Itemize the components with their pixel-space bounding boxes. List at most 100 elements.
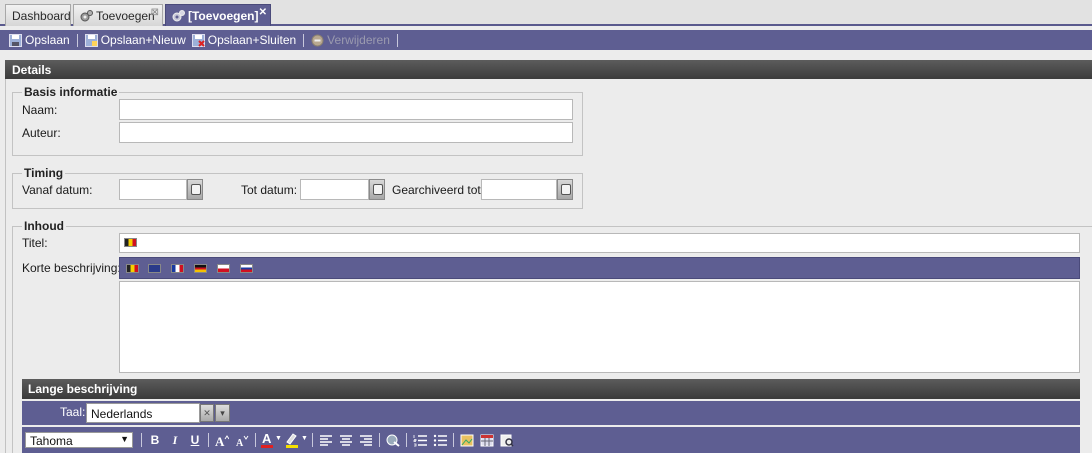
- italic-button[interactable]: I: [165, 433, 185, 448]
- font-family-select[interactable]: Tahoma ▼: [25, 432, 133, 448]
- vanaf-datum-label: Vanaf datum:: [22, 183, 93, 197]
- auteur-label: Auteur:: [22, 126, 61, 140]
- gears-icon: [80, 10, 93, 22]
- font-color-button[interactable]: A ▼: [259, 431, 282, 448]
- font-size-increase-icon[interactable]: A: [215, 434, 229, 447]
- inhoud-legend: Inhoud: [22, 219, 66, 233]
- flag-cz-icon[interactable]: [217, 264, 230, 273]
- flag-sk-icon[interactable]: [240, 264, 253, 273]
- editor-divider: [141, 433, 142, 447]
- details-title: Details: [12, 63, 52, 77]
- toolbar-divider: [76, 33, 78, 47]
- font-size-decrease-icon[interactable]: A: [235, 434, 249, 447]
- delete-label: Verwijderen: [327, 33, 390, 47]
- flag-fr-icon[interactable]: [171, 264, 184, 273]
- tab-label: [Toevoegen]: [188, 9, 259, 23]
- titel-label: Titel:: [22, 236, 48, 250]
- chevron-down-icon: ▼: [275, 435, 282, 442]
- titel-input[interactable]: [119, 233, 1080, 253]
- action-toolbar: Opslaan Opslaan+Nieuw Opslaan+Sluiten Ve…: [0, 30, 1092, 50]
- insert-image-icon[interactable]: [460, 434, 474, 447]
- minus-circle-icon: [311, 34, 324, 46]
- gearchiveerd-tot-label: Gearchiveerd tot:: [392, 183, 485, 197]
- delete-button[interactable]: Verwijderen: [308, 30, 393, 50]
- basis-informatie-legend: Basis informatie: [22, 85, 120, 99]
- gearchiveerd-tot-input[interactable]: [481, 179, 557, 200]
- flag-be-icon[interactable]: [126, 264, 139, 273]
- tot-datum-calendar-button[interactable]: [369, 179, 385, 200]
- timing-legend: Timing: [22, 166, 66, 180]
- tot-datum-input[interactable]: [300, 179, 369, 200]
- korte-beschrijving-label: Korte beschrijving:: [22, 261, 121, 275]
- taal-select[interactable]: Nederlands: [86, 403, 200, 423]
- save-label: Opslaan: [25, 33, 70, 47]
- align-center-icon[interactable]: [339, 434, 353, 447]
- editor-divider: [208, 433, 209, 447]
- font-color-swatch: [261, 445, 273, 448]
- taal-select-value: Nederlands: [91, 407, 153, 421]
- preview-icon[interactable]: [500, 434, 514, 447]
- highlighter-icon: [286, 433, 297, 445]
- editor-divider: [406, 433, 407, 447]
- taal-label: Taal:: [60, 405, 86, 419]
- floppy-disk-new-icon: [84, 33, 98, 47]
- clear-icon[interactable]: ✕: [200, 404, 214, 422]
- insert-table-icon[interactable]: [480, 434, 494, 447]
- editor-divider: [255, 433, 256, 447]
- gears-icon: [172, 10, 185, 22]
- floppy-disk-close-icon: [191, 33, 205, 47]
- tab-dashboard[interactable]: Dashboard: [5, 4, 71, 26]
- ordered-list-icon[interactable]: [413, 434, 427, 447]
- toolbar-divider: [396, 33, 398, 47]
- font-family-value: Tahoma: [30, 434, 73, 448]
- gearchiveerd-tot-calendar-button[interactable]: [557, 179, 573, 200]
- underline-button[interactable]: U: [185, 433, 205, 447]
- naam-label: Naam:: [22, 103, 58, 117]
- chevron-down-icon[interactable]: ▾: [215, 404, 230, 422]
- svg-text:A: A: [215, 434, 225, 447]
- editor-divider: [379, 433, 380, 447]
- font-color-icon: A: [262, 431, 272, 446]
- save-close-label: Opslaan+Sluiten: [207, 33, 297, 47]
- tab-toevoegen-active[interactable]: [Toevoegen] ✕: [165, 4, 271, 26]
- tab-label: Dashboard: [12, 9, 71, 23]
- lange-beschrijving-title: Lange beschrijving: [28, 382, 138, 396]
- vanaf-datum-input[interactable]: [119, 179, 187, 200]
- tab-toevoegen[interactable]: Toevoegen ⊠: [73, 4, 163, 26]
- tot-datum-label: Tot datum:: [241, 183, 298, 197]
- unordered-list-icon[interactable]: [433, 434, 447, 447]
- align-left-icon[interactable]: [319, 434, 333, 447]
- editor-toolbar: Tahoma ▼ B I U A A A ▼ ▼: [22, 427, 1080, 453]
- svg-text:A: A: [236, 438, 244, 447]
- save-new-label: Opslaan+Nieuw: [100, 33, 186, 47]
- highlight-color-swatch: [286, 445, 298, 448]
- floppy-disk-icon: [9, 33, 22, 47]
- toolbar-divider: [303, 33, 305, 47]
- insert-link-icon[interactable]: [386, 434, 400, 447]
- tab-label: Toevoegen: [96, 9, 155, 23]
- tab-bar: Dashboard Toevoegen ⊠ [Toevoegen] ✕: [0, 0, 1092, 26]
- align-right-icon[interactable]: [359, 434, 373, 447]
- details-header: Details: [5, 60, 1092, 79]
- tab-close-icon[interactable]: ⊠: [151, 7, 159, 18]
- editor-divider: [312, 433, 313, 447]
- vanaf-datum-calendar-button[interactable]: [187, 179, 203, 200]
- lange-beschrijving-language-bar: Taal: Nederlands ✕ ▾: [22, 401, 1080, 425]
- highlight-color-button[interactable]: ▼: [285, 432, 309, 448]
- flag-de-icon[interactable]: [194, 264, 207, 273]
- lange-beschrijving-header: Lange beschrijving: [22, 379, 1080, 399]
- save-new-button[interactable]: Opslaan+Nieuw: [82, 30, 189, 50]
- flag-uk-icon[interactable]: [148, 264, 161, 273]
- naam-input[interactable]: [119, 99, 573, 120]
- flag-be-icon: [124, 238, 137, 247]
- korte-beschrijving-textarea[interactable]: [119, 281, 1080, 373]
- bold-button[interactable]: B: [145, 433, 165, 447]
- save-button[interactable]: Opslaan: [6, 30, 73, 50]
- editor-divider: [453, 433, 454, 447]
- auteur-input[interactable]: [119, 122, 573, 143]
- chevron-down-icon: ▼: [301, 435, 308, 442]
- tab-close-icon[interactable]: ✕: [259, 7, 267, 18]
- chevron-down-icon: ▼: [120, 434, 129, 444]
- save-close-button[interactable]: Opslaan+Sluiten: [189, 30, 299, 50]
- korte-beschrijving-language-bar: [119, 257, 1080, 279]
